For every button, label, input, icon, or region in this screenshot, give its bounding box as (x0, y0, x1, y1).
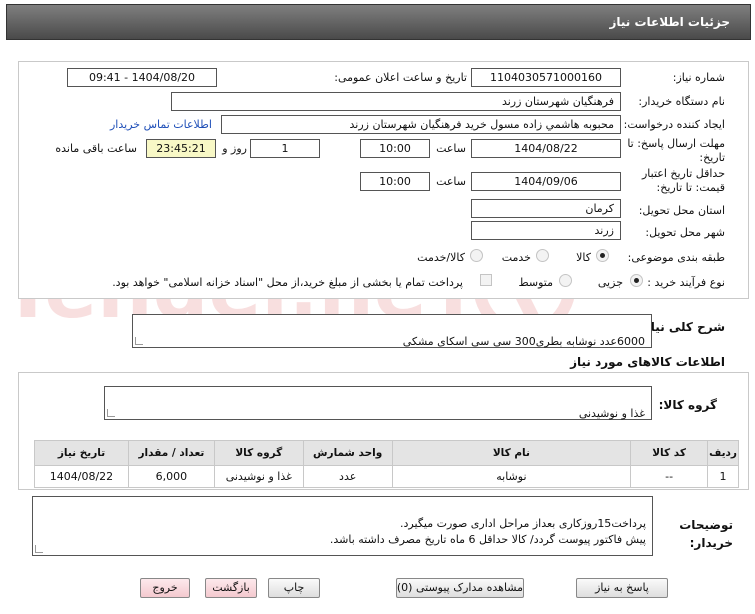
col-name: نام کالا (391, 440, 632, 466)
col-unit: واحد شمارش (302, 440, 393, 466)
resize-grip-icon[interactable] (107, 409, 115, 417)
process-radio-minor[interactable] (630, 274, 643, 287)
announce-datetime-field: 1404/08/20 - 09:41 (67, 68, 217, 87)
cell-name: نوشابه (391, 465, 632, 488)
deadline-label-line2: تاریخ: (699, 151, 725, 164)
back-button[interactable]: بازگشت (205, 578, 257, 598)
category-radio-goods[interactable] (596, 249, 609, 262)
page-title: جزئیات اطلاعات نیاز (609, 15, 730, 29)
goods-group-text: غذا و نوشیدنی (578, 407, 645, 420)
days-label: روز و (222, 142, 247, 155)
process-radio-medium[interactable] (559, 274, 572, 287)
category-option-goods-service: کالا/خدمت (417, 251, 465, 264)
category-radio-service[interactable] (536, 249, 549, 262)
city-label: شهر محل تحویل: (645, 226, 725, 239)
cell-need-date: 1404/08/22 (34, 465, 129, 488)
validity-label-line1: حداقل تاریخ اعتبار (641, 167, 725, 180)
summary-text: 6000عدد نوشابه بطری300 سی سی اسکای مشکی (402, 335, 645, 348)
creator-field: محبوبه هاشمي زاده مسول خريد فرهنگيان شهر… (221, 115, 621, 134)
goods-table: ردیف کد کالا نام کالا واحد شمارش گروه کا… (34, 440, 739, 488)
goods-section-title: اطلاعات کالاهای مورد نیاز (570, 355, 725, 369)
reply-button[interactable]: پاسخ به نیاز (576, 578, 668, 598)
buyer-notes-textarea: پرداخت15روزکاری بعداز مراحل اداری صورت م… (32, 496, 653, 556)
remaining-label: ساعت باقی مانده (55, 142, 137, 155)
buyer-contact-link[interactable]: اطلاعات تماس خریدار (110, 118, 212, 131)
process-option-minor: جزیی (597, 276, 623, 289)
col-code: کد کالا (630, 440, 709, 466)
category-option-goods: کالا (576, 251, 591, 264)
category-label: طبقه بندی موضوعی: (627, 251, 725, 264)
deadline-time-label: ساعت (436, 142, 466, 155)
deadline-date-field: 1404/08/22 (471, 139, 621, 158)
category-option-service: خدمت (501, 251, 531, 264)
validity-label-line2: قیمت: تا تاریخ: (656, 181, 725, 194)
cell-unit: عدد (302, 465, 393, 488)
table-row[interactable]: 1 -- نوشابه عدد غذا و نوشیدنی 6,000 1404… (34, 465, 739, 488)
cell-row: 1 (707, 465, 739, 488)
print-button[interactable]: چاپ (268, 578, 320, 598)
deadline-label: مهلت ارسال پاسخ: تا تاریخ: (621, 137, 725, 165)
province-label: استان محل تحویل: (638, 204, 725, 217)
province-field: کرمان (471, 199, 621, 218)
validity-date-field: 1404/09/06 (471, 172, 621, 191)
days-remaining-field: 1 (250, 139, 320, 158)
treasury-payment-checkbox[interactable] (480, 274, 492, 286)
process-option-medium: متوسط (518, 276, 553, 289)
validity-time-label: ساعت (436, 175, 466, 188)
goods-group-label: گروه کالا: (658, 398, 717, 412)
remaining-time-field: 23:45:21 (146, 139, 216, 158)
buyer-notes-text: پرداخت15روزکاری بعداز مراحل اداری صورت م… (329, 517, 646, 546)
exit-button[interactable]: خروج (140, 578, 190, 598)
validity-label: حداقل تاریخ اعتبار قیمت: تا تاریخ: (615, 167, 725, 195)
treasury-payment-note: پرداخت تمام یا بخشی از مبلغ خرید،از محل … (112, 276, 463, 289)
resize-grip-icon[interactable] (135, 337, 143, 345)
deadline-label-line1: مهلت ارسال پاسخ: تا (627, 137, 725, 150)
col-row: ردیف (707, 440, 739, 466)
cell-code: -- (630, 465, 709, 488)
buyer-notes-label-line2: خریدار: (689, 536, 733, 550)
col-group: گروه کالا (213, 440, 304, 466)
buyer-notes-label: توضیحات خریدار: (679, 516, 733, 552)
buyer-org-field: فرهنگیان شهرستان زرند (171, 92, 621, 111)
resize-grip-icon[interactable] (35, 545, 43, 553)
col-need-date: تاریخ نیاز (34, 440, 129, 466)
cell-quantity: 6,000 (127, 465, 215, 488)
creator-label: ایجاد کننده درخواست: (623, 118, 725, 131)
deadline-time-field: 10:00 (360, 139, 430, 158)
cell-group: غذا و نوشیدنی (213, 465, 304, 488)
buyer-notes-label-line1: توضیحات (679, 518, 733, 532)
goods-table-header: ردیف کد کالا نام کالا واحد شمارش گروه کا… (34, 440, 739, 466)
page-header: جزئیات اطلاعات نیاز (6, 4, 751, 40)
buyer-org-label: نام دستگاه خریدار: (638, 95, 725, 108)
category-radio-goods-service[interactable] (470, 249, 483, 262)
need-number-field: 1104030571000160 (471, 68, 621, 87)
process-label: نوع فرآیند خرید : (647, 276, 725, 289)
goods-group-textarea: غذا و نوشیدنی (104, 386, 652, 420)
need-number-label: شماره نیاز: (672, 71, 725, 84)
summary-textarea: 6000عدد نوشابه بطری300 سی سی اسکای مشکی (132, 314, 652, 348)
col-quantity: تعداد / مقدار (127, 440, 215, 466)
validity-time-field: 10:00 (360, 172, 430, 191)
view-attachments-button[interactable]: مشاهده مدارک پیوستی (0) (396, 578, 524, 598)
city-field: زرند (471, 221, 621, 240)
announce-label: تاریخ و ساعت اعلان عمومی: (334, 71, 467, 84)
